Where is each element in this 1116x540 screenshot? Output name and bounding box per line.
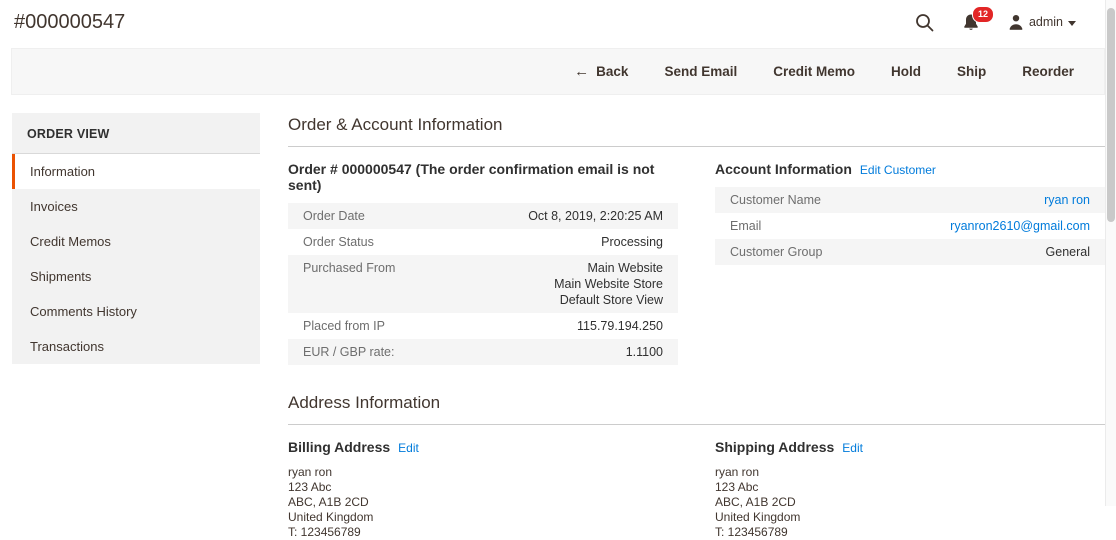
search-icon[interactable] bbox=[915, 13, 934, 32]
shipping-address-column: Shipping Address Edit ryan ron 123 Abc A… bbox=[715, 439, 1105, 540]
sidebar-item-transactions[interactable]: Transactions bbox=[12, 329, 260, 364]
table-row: Order Date Oct 8, 2019, 2:20:25 AM bbox=[288, 203, 678, 229]
row-value: 1.1100 bbox=[626, 344, 663, 360]
row-label: Placed from IP bbox=[303, 318, 397, 334]
sidebar-item-information[interactable]: Information bbox=[12, 154, 260, 189]
credit-memo-button[interactable]: Credit Memo bbox=[773, 64, 855, 79]
row-label: Customer Group bbox=[730, 244, 834, 260]
page-header: #000000547 12 admin bbox=[0, 0, 1116, 44]
account-information-column: Account Information Edit Customer Custom… bbox=[715, 161, 1105, 365]
row-label: EUR / GBP rate: bbox=[303, 344, 406, 360]
person-icon bbox=[1008, 14, 1024, 31]
billing-address-title: Billing Address bbox=[288, 439, 390, 455]
send-email-button[interactable]: Send Email bbox=[664, 64, 737, 79]
table-row: Placed from IP 115.79.194.250 bbox=[288, 313, 678, 339]
address-line: T: 123456789 bbox=[288, 525, 678, 540]
vertical-scrollbar[interactable] bbox=[1105, 0, 1116, 506]
account-information-title: Account Information bbox=[715, 161, 852, 177]
address-line: ryan ron bbox=[288, 465, 678, 480]
notifications-count-badge: 12 bbox=[972, 6, 994, 23]
shipping-address-title: Shipping Address bbox=[715, 439, 834, 455]
row-label: Customer Name bbox=[730, 192, 833, 208]
billing-address-text: ryan ron 123 Abc ABC, A1B 2CD United Kin… bbox=[288, 465, 678, 540]
chevron-down-icon bbox=[1068, 21, 1076, 26]
content-area: ORDER VIEW Information Invoices Credit M… bbox=[12, 113, 1105, 540]
address-line: United Kingdom bbox=[715, 510, 1105, 525]
table-row: EUR / GBP rate: 1.1100 bbox=[288, 339, 678, 365]
order-subtitle: Order # 000000547 (The order confirmatio… bbox=[288, 161, 678, 193]
order-info-table: Order Date Oct 8, 2019, 2:20:25 AM Order… bbox=[288, 203, 678, 365]
shipping-address-text: ryan ron 123 Abc ABC, A1B 2CD United Kin… bbox=[715, 465, 1105, 540]
edit-shipping-address-link[interactable]: Edit bbox=[842, 441, 863, 455]
scrollbar-thumb[interactable] bbox=[1107, 8, 1115, 222]
row-value: 115.79.194.250 bbox=[577, 318, 663, 334]
header-actions: 12 admin bbox=[915, 13, 1076, 32]
row-label: Purchased From bbox=[303, 260, 407, 308]
row-value: General bbox=[1046, 244, 1090, 260]
row-label: Order Date bbox=[303, 208, 377, 224]
address-line: ABC, A1B 2CD bbox=[288, 495, 678, 510]
address-information-section: Address Information Billing Address Edit… bbox=[288, 391, 1105, 540]
edit-billing-address-link[interactable]: Edit bbox=[398, 441, 419, 455]
customer-email-link[interactable]: ryanron2610@gmail.com bbox=[950, 218, 1090, 234]
reorder-button[interactable]: Reorder bbox=[1022, 64, 1074, 79]
customer-name-link[interactable]: ryan ron bbox=[1044, 192, 1090, 208]
address-line: 123 Abc bbox=[288, 480, 678, 495]
address-line: ABC, A1B 2CD bbox=[715, 495, 1105, 510]
billing-address-column: Billing Address Edit ryan ron 123 Abc AB… bbox=[288, 439, 678, 540]
table-row: Email ryanron2610@gmail.com bbox=[715, 213, 1105, 239]
address-line: ryan ron bbox=[715, 465, 1105, 480]
sidebar-item-shipments[interactable]: Shipments bbox=[12, 259, 260, 294]
main-panel: Order & Account Information Order # 0000… bbox=[288, 113, 1105, 540]
order-actions-toolbar: ← Back Send Email Credit Memo Hold Ship … bbox=[11, 48, 1105, 95]
account-info-table: Customer Name ryan ron Email ryanron2610… bbox=[715, 187, 1105, 265]
hold-button[interactable]: Hold bbox=[891, 64, 921, 79]
sidebar-item-comments-history[interactable]: Comments History bbox=[12, 294, 260, 329]
section-title-address: Address Information bbox=[288, 391, 1105, 425]
table-row: Customer Name ryan ron bbox=[715, 187, 1105, 213]
table-row: Purchased From Main Website Main Website… bbox=[288, 255, 678, 313]
row-value: Oct 8, 2019, 2:20:25 AM bbox=[528, 208, 663, 224]
back-button[interactable]: ← Back bbox=[574, 63, 628, 80]
address-line: T: 123456789 bbox=[715, 525, 1105, 540]
admin-account-label: admin bbox=[1029, 15, 1063, 29]
page-title: #000000547 bbox=[14, 11, 125, 34]
row-label: Order Status bbox=[303, 234, 386, 250]
address-line: 123 Abc bbox=[715, 480, 1105, 495]
back-arrow-icon: ← bbox=[574, 63, 589, 80]
ship-button[interactable]: Ship bbox=[957, 64, 986, 79]
row-value: Main Website Main Website Store Default … bbox=[554, 260, 663, 308]
row-label: Email bbox=[730, 218, 773, 234]
order-view-sidebar: ORDER VIEW Information Invoices Credit M… bbox=[12, 113, 260, 364]
sidebar-item-invoices[interactable]: Invoices bbox=[12, 189, 260, 224]
row-value: Processing bbox=[601, 234, 663, 250]
section-title-order-account: Order & Account Information bbox=[288, 113, 1105, 147]
edit-customer-link[interactable]: Edit Customer bbox=[860, 163, 936, 177]
table-row: Order Status Processing bbox=[288, 229, 678, 255]
back-button-label: Back bbox=[596, 64, 628, 79]
admin-account-menu[interactable]: admin bbox=[1008, 14, 1076, 31]
sidebar-title: ORDER VIEW bbox=[12, 113, 260, 154]
address-line: United Kingdom bbox=[288, 510, 678, 525]
order-information-column: Order # 000000547 (The order confirmatio… bbox=[288, 161, 678, 365]
table-row: Customer Group General bbox=[715, 239, 1105, 265]
notifications-bell-icon[interactable]: 12 bbox=[962, 13, 980, 32]
sidebar-item-credit-memos[interactable]: Credit Memos bbox=[12, 224, 260, 259]
